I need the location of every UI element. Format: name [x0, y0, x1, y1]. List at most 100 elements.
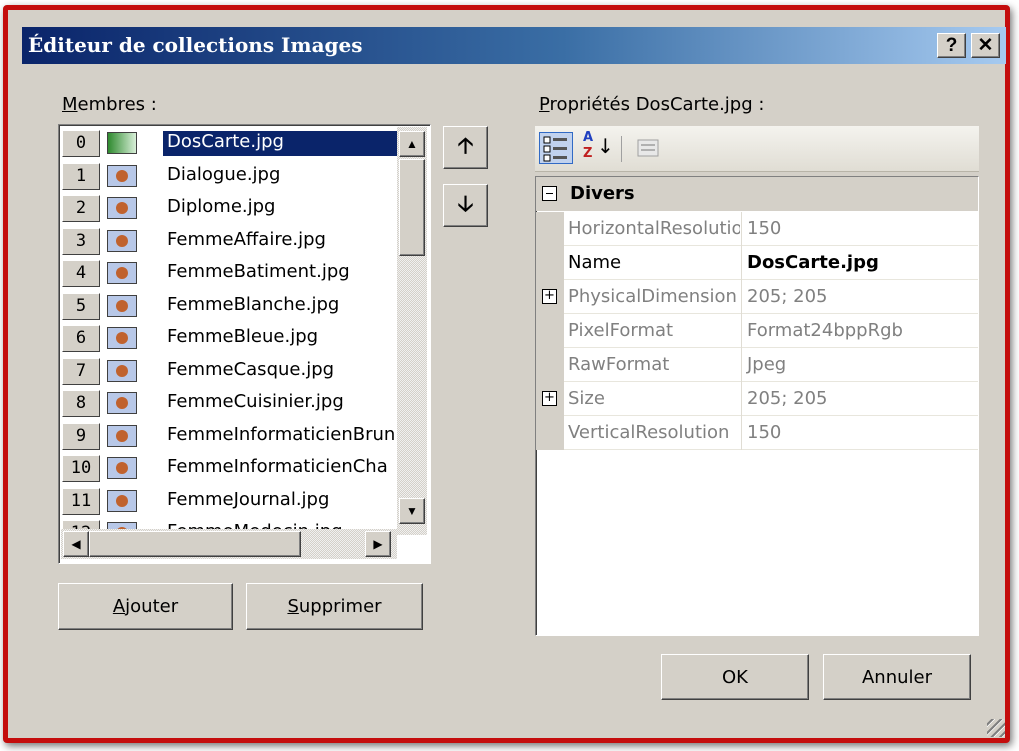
property-row[interactable]: + PhysicalDimension 205; 205: [536, 280, 978, 314]
item-name: FemmeBleue.jpg: [167, 326, 319, 347]
category-label: Divers: [570, 183, 635, 204]
list-item[interactable]: 6 FemmeBleue.jpg: [59, 322, 395, 355]
list-item[interactable]: 10 FemmeInformaticienCha: [59, 452, 395, 485]
item-index: 9: [62, 422, 100, 450]
list-item[interactable]: 7 FemmeCasque.jpg: [59, 355, 395, 388]
property-value[interactable]: 150: [747, 422, 781, 443]
list-item[interactable]: 3 FemmeAffaire.jpg: [59, 225, 395, 258]
item-index: 7: [62, 357, 100, 385]
thumbnail-icon: [107, 457, 137, 479]
list-item[interactable]: 11 FemmeJournal.jpg: [59, 485, 395, 518]
property-value[interactable]: DosCarte.jpg: [747, 252, 879, 273]
list-item[interactable]: 0 DosCarte.jpg: [59, 127, 399, 160]
property-name: RawFormat: [568, 354, 670, 375]
ok-button[interactable]: OK: [661, 654, 809, 700]
property-row[interactable]: Name DosCarte.jpg: [536, 246, 978, 280]
thumbnail-icon: [107, 262, 137, 284]
property-value[interactable]: 205; 205: [747, 388, 828, 409]
category-row-divers[interactable]: Divers: [536, 177, 978, 211]
thumbnail-icon: [107, 164, 137, 187]
toolbar-separator: [621, 136, 622, 162]
property-name: VerticalResolution: [568, 422, 730, 443]
column-separator: [741, 212, 742, 246]
property-grid[interactable]: Divers HorizontalResolution 150 Name DosCar…: [535, 176, 979, 636]
sort-arrow-icon: ↓: [597, 134, 614, 158]
vertical-scroll-thumb[interactable]: [399, 159, 425, 256]
thumbnail-icon: [107, 489, 137, 512]
categorized-view-button[interactable]: [539, 132, 573, 164]
collapse-icon[interactable]: [542, 186, 557, 201]
horizontal-scroll-thumb[interactable]: [89, 531, 301, 557]
property-value[interactable]: Jpeg: [747, 354, 786, 375]
property-row[interactable]: RawFormat Jpeg: [536, 348, 978, 382]
thumbnail-icon: [107, 424, 137, 447]
property-row[interactable]: + Size 205; 205: [536, 382, 978, 416]
item-name: Dialogue.jpg: [167, 163, 281, 185]
property-name: PixelFormat: [568, 320, 674, 341]
row-margin: [536, 314, 564, 348]
list-item[interactable]: 9 FemmeInformaticienBrun: [59, 420, 395, 453]
list-item[interactable]: 5 FemmeBlanche.jpg: [59, 290, 395, 323]
item-name: FemmeBlanche.jpg: [167, 293, 340, 315]
expand-icon[interactable]: +: [542, 289, 557, 304]
alphabetical-view-button[interactable]: AZ ↓: [579, 130, 614, 164]
scroll-left-button[interactable]: ◀: [63, 531, 89, 557]
property-pages-button[interactable]: [631, 132, 665, 164]
thumbnail-icon: [107, 392, 137, 414]
list-item[interactable]: 4 FemmeBatiment.jpg: [59, 257, 395, 290]
item-name: FemmeCuisinier.jpg: [167, 391, 344, 412]
property-name: HorizontalResolution: [568, 218, 740, 239]
remove-button[interactable]: Supprimer: [246, 583, 423, 630]
categorized-icon: [543, 136, 567, 162]
move-down-button[interactable]: 🡣: [443, 184, 488, 227]
item-index: 5: [62, 292, 100, 320]
property-name: Size: [568, 388, 605, 409]
properties-toolbar: AZ ↓: [535, 126, 979, 172]
item-name: FemmeJournal.jpg: [167, 488, 330, 510]
item-name: Diplome.jpg: [167, 196, 276, 217]
title-bar[interactable]: Éditeur de collections Images ? ✕: [22, 27, 1006, 64]
property-row[interactable]: HorizontalResolution 150: [536, 212, 978, 246]
sort-az-icon: AZ: [583, 130, 594, 161]
thumbnail-icon: [107, 229, 137, 252]
list-item[interactable]: 8 FemmeCuisinier.jpg: [59, 387, 395, 420]
members-list[interactable]: 0 DosCarte.jpg 1 Dialogue.jpg 2 Diplome.jpg 3 F…: [58, 124, 431, 564]
move-up-button[interactable]: 🡡: [443, 126, 488, 169]
item-name: FemmeBatiment.jpg: [167, 261, 350, 282]
help-button[interactable]: ?: [937, 33, 966, 58]
property-value[interactable]: Format24bppRgb: [747, 320, 903, 341]
thumbnail-icon: [107, 294, 137, 317]
scroll-down-button[interactable]: ▼: [399, 498, 425, 524]
row-margin: [536, 416, 564, 450]
window-title: Éditeur de collections Images: [28, 33, 363, 57]
thumbnail-icon: [107, 197, 137, 219]
thumbnail-icon: [107, 359, 137, 382]
thumbnail-icon: [107, 132, 137, 154]
list-item[interactable]: 2 Diplome.jpg: [59, 192, 395, 225]
property-value[interactable]: 150: [747, 218, 781, 239]
item-name: FemmeAffaire.jpg: [167, 228, 326, 250]
properties-label: Propriétés DosCarte.jpg :: [539, 94, 765, 115]
item-index: 8: [62, 390, 100, 417]
column-separator: [741, 382, 742, 416]
property-row[interactable]: VerticalResolution 150: [536, 416, 978, 450]
scroll-up-button[interactable]: ▲: [399, 131, 425, 157]
item-name: DosCarte.jpg: [163, 131, 399, 156]
property-value[interactable]: 205; 205: [747, 286, 828, 307]
list-item[interactable]: 1 Dialogue.jpg: [59, 160, 395, 193]
row-margin: [536, 212, 564, 246]
cancel-button[interactable]: Annuler: [823, 654, 971, 700]
column-separator: [741, 280, 742, 314]
column-separator: [741, 416, 742, 450]
thumbnail-icon: [107, 327, 137, 349]
item-index: 10: [62, 455, 100, 482]
item-index: 3: [62, 227, 100, 255]
add-button[interactable]: Ajouter: [58, 583, 233, 630]
resize-grip-icon[interactable]: [987, 719, 1005, 737]
expand-icon[interactable]: +: [542, 391, 557, 406]
item-name: FemmeInformaticienCha: [167, 456, 388, 477]
members-label: Membres :: [62, 94, 157, 115]
property-row[interactable]: PixelFormat Format24bppRgb: [536, 314, 978, 348]
scroll-right-button[interactable]: ▶: [365, 531, 391, 557]
close-button[interactable]: ✕: [971, 33, 1000, 58]
